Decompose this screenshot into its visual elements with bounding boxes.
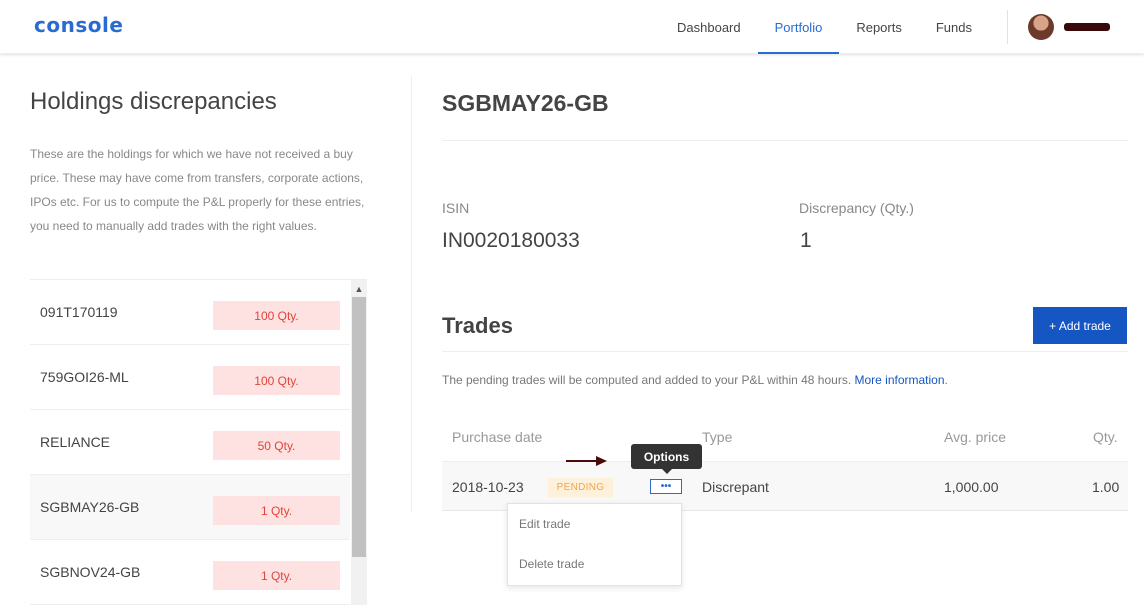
holding-name: SGBMAY26-GB xyxy=(40,499,140,515)
discrepancy-value: 1 xyxy=(800,229,812,252)
pending-note-text: The pending trades will be computed and … xyxy=(442,373,855,387)
isin-value: IN0020180033 xyxy=(442,229,580,252)
symbol-title: SGBMAY26-GB xyxy=(442,90,609,116)
trades-title: Trades xyxy=(442,313,513,338)
holding-name: RELIANCE xyxy=(40,434,111,450)
title-divider xyxy=(442,140,1128,141)
holding-name: 759GOI26-ML xyxy=(40,369,129,385)
nav-funds[interactable]: Funds xyxy=(919,0,989,54)
panel-divider xyxy=(411,76,412,512)
col-purchase-date: Purchase date xyxy=(452,429,543,445)
trades-divider xyxy=(442,351,1128,352)
holding-row[interactable]: 091T170119 100 Qty. xyxy=(30,280,350,345)
holding-row-selected[interactable]: SGBMAY26-GB 1 Qty. xyxy=(30,475,350,540)
menu-item-edit-trade[interactable]: Edit trade xyxy=(508,504,681,544)
trade-type: Discrepant xyxy=(702,479,769,495)
avatar[interactable] xyxy=(1028,14,1054,40)
more-information-link[interactable]: More information xyxy=(854,373,944,387)
isin-label: ISIN xyxy=(442,200,470,216)
top-header: console Dashboard Portfolio Reports Fund… xyxy=(0,0,1144,54)
options-tooltip: Options xyxy=(631,444,702,474)
user-menu[interactable] xyxy=(1016,0,1144,54)
arrow-right-icon xyxy=(566,456,607,466)
holdings-discrepancies-title: Holdings discrepancies xyxy=(30,88,277,115)
holding-name: 091T170119 xyxy=(40,304,118,320)
menu-item-delete-trade[interactable]: Delete trade xyxy=(508,544,681,584)
nav-reports[interactable]: Reports xyxy=(839,0,919,54)
col-type: Type xyxy=(702,429,733,445)
main-nav: Dashboard Portfolio Reports Funds xyxy=(660,0,1144,54)
col-qty: Qty. xyxy=(1093,429,1118,445)
scroll-up-icon[interactable]: ▲ xyxy=(351,280,367,297)
nav-portfolio[interactable]: Portfolio xyxy=(757,0,840,54)
console-logo[interactable]: console xyxy=(34,13,123,37)
add-trade-button[interactable]: + Add trade xyxy=(1033,307,1127,344)
trade-date: 2018-10-23 xyxy=(452,479,524,495)
holdings-description: These are the holdings for which we have… xyxy=(30,147,365,233)
user-name-redacted[interactable] xyxy=(1064,23,1110,31)
holding-row[interactable]: RELIANCE 50 Qty. xyxy=(30,410,350,475)
holdings-list-container: 091T170119 100 Qty. 759GOI26-ML 100 Qty.… xyxy=(30,279,367,605)
holding-qty-badge: 100 Qty. xyxy=(213,366,340,395)
options-button[interactable]: ••• xyxy=(650,479,682,494)
holding-row[interactable]: 759GOI26-ML 100 Qty. xyxy=(30,345,350,410)
status-badge: PENDING xyxy=(548,478,613,497)
holding-qty-badge: 50 Qty. xyxy=(213,431,340,460)
scroll-thumb[interactable] xyxy=(352,297,366,557)
holding-qty-badge: 100 Qty. xyxy=(213,301,340,330)
holding-name: SGBNOV24-GB xyxy=(40,564,141,580)
trade-avg-price: 1,000.00 xyxy=(944,479,999,495)
pending-note: The pending trades will be computed and … xyxy=(442,373,948,387)
trade-qty: 1.00 xyxy=(1092,479,1120,495)
holding-qty-badge: 1 Qty. xyxy=(213,496,340,525)
options-menu: Edit trade Delete trade xyxy=(507,503,682,586)
pending-note-suffix: . xyxy=(944,373,948,387)
col-avg-price: Avg. price xyxy=(944,429,1006,445)
holding-row[interactable]: SGBNOV24-GB 1 Qty. xyxy=(30,540,350,605)
holding-qty-badge: 1 Qty. xyxy=(213,561,340,590)
holdings-scrollbar[interactable]: ▲ xyxy=(351,280,367,605)
discrepancy-label: Discrepancy (Qty.) xyxy=(799,200,914,216)
nav-dashboard[interactable]: Dashboard xyxy=(660,0,758,54)
nav-divider xyxy=(1007,10,1008,44)
holdings-list: 091T170119 100 Qty. 759GOI26-ML 100 Qty.… xyxy=(30,280,350,605)
